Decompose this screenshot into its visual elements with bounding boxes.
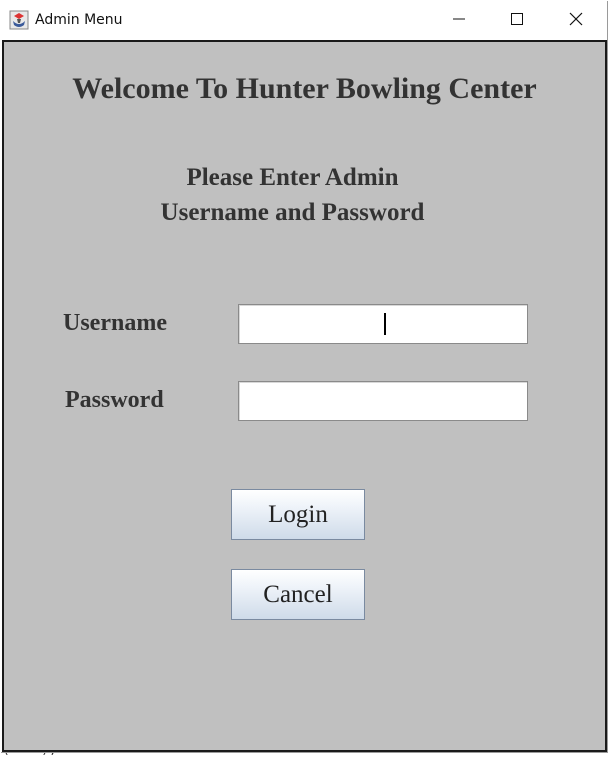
maximize-button[interactable] bbox=[488, 0, 546, 40]
login-panel: Welcome To Hunter Bowling Center Please … bbox=[2, 40, 607, 752]
username-field[interactable] bbox=[238, 304, 528, 344]
username-label: Username bbox=[63, 310, 167, 336]
login-button[interactable]: Login bbox=[231, 489, 365, 540]
admin-menu-window: Admin Menu Welcome To Hunter Bowling Cen… bbox=[0, 0, 607, 752]
password-field[interactable] bbox=[238, 381, 528, 421]
cancel-button[interactable]: Cancel bbox=[231, 569, 365, 620]
title-bar[interactable]: Admin Menu bbox=[0, 0, 607, 40]
minimize-button[interactable] bbox=[430, 0, 488, 40]
password-label: Password bbox=[65, 387, 164, 413]
instruction-line-2: Username and Password bbox=[160, 199, 425, 226]
text-caret bbox=[384, 313, 386, 335]
window-title: Admin Menu bbox=[35, 12, 123, 28]
minimize-icon bbox=[452, 11, 466, 30]
java-cup-icon bbox=[9, 10, 29, 30]
instruction-line-1: Please Enter Admin bbox=[186, 164, 399, 191]
maximize-icon bbox=[510, 11, 524, 30]
close-icon bbox=[569, 11, 583, 30]
close-button[interactable] bbox=[547, 0, 605, 40]
welcome-heading: Welcome To Hunter Bowling Center bbox=[72, 72, 537, 105]
